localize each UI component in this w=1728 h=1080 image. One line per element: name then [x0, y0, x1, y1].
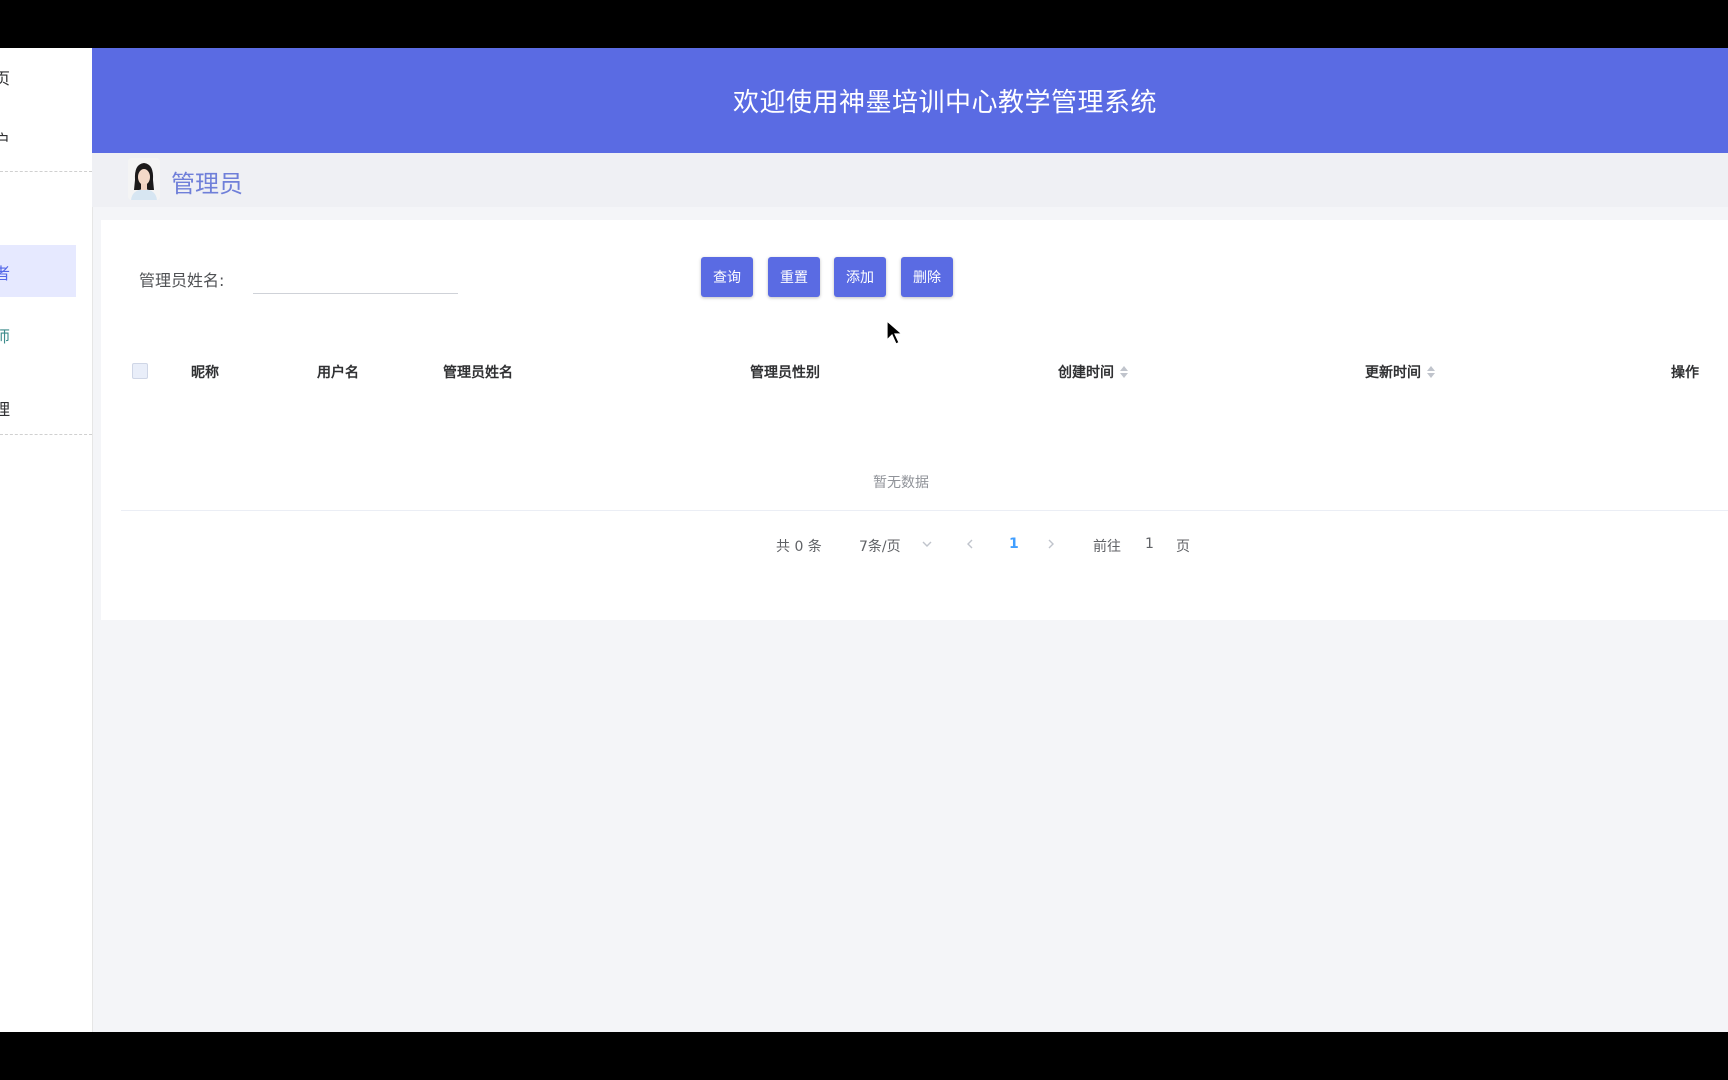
- column-header-admin-gender: 管理员性别: [750, 365, 820, 381]
- query-button[interactable]: 查询: [701, 257, 753, 297]
- pagination-current-page[interactable]: 1: [1009, 536, 1019, 552]
- column-header-created-time[interactable]: 创建时间: [1058, 362, 1129, 382]
- chevron-left-icon[interactable]: [965, 538, 975, 550]
- sort-caret-icon[interactable]: [1426, 365, 1436, 379]
- top-header: 欢迎使用神墨培训中心教学管理系统: [92, 48, 1728, 153]
- column-header-username: 用户名: [317, 365, 359, 381]
- column-header-updated-time[interactable]: 更新时间: [1365, 362, 1436, 382]
- reset-button[interactable]: 重置: [768, 257, 820, 297]
- sidebar-item-admin[interactable]: 者: [0, 245, 76, 297]
- avatar-portrait-icon: [128, 158, 160, 200]
- column-header-actions: 操作: [1671, 365, 1699, 381]
- sidebar-item-account[interactable]: 户: [0, 112, 76, 164]
- mouse-cursor-icon: [886, 320, 904, 345]
- sidebar-item-manage[interactable]: 理: [0, 381, 76, 433]
- sidebar-item-home[interactable]: 页: [0, 50, 76, 102]
- main-card: 管理员姓名: 查询 重置 添加 删除 昵称 用户名 管理员姓名 管理员性别 创建…: [101, 220, 1728, 620]
- page-title: 管理员: [171, 170, 243, 198]
- chevron-right-icon[interactable]: [1046, 538, 1056, 550]
- table-empty-text: 暂无数据: [873, 475, 929, 491]
- search-label: 管理员姓名:: [139, 271, 225, 290]
- pagination-goto-label: 前往: [1093, 539, 1121, 555]
- sidebar-item-label: 理: [0, 400, 11, 419]
- header-title: 欢迎使用神墨培训中心教学管理系统: [732, 88, 1157, 118]
- column-header-nickname: 昵称: [191, 365, 219, 381]
- admin-name-search-input[interactable]: [253, 264, 458, 294]
- sidebar-divider: [0, 171, 92, 172]
- page-size-select[interactable]: 7条/页: [859, 536, 901, 556]
- pagination-total: 共 0 条: [776, 539, 822, 555]
- sidebar-item-teacher[interactable]: 师: [0, 308, 76, 360]
- add-button[interactable]: 添加: [834, 257, 886, 297]
- sidebar-item-label: 者: [0, 264, 11, 283]
- sidebar-item-label: 页: [0, 69, 11, 88]
- pagination-page-suffix: 页: [1176, 539, 1190, 555]
- column-header-admin-name: 管理员姓名: [443, 365, 513, 381]
- page-header-bar: 管理员: [92, 153, 1728, 207]
- table-bottom-border: [121, 510, 1728, 511]
- column-header-label: 更新时间: [1365, 365, 1421, 381]
- chevron-down-icon[interactable]: [922, 538, 932, 550]
- pagination-goto-input[interactable]: 1: [1145, 536, 1154, 552]
- sidebar-divider: [0, 434, 92, 435]
- avatar[interactable]: [128, 158, 160, 200]
- app-window: 页 户 者 师 理 欢迎使用神墨培训中心教学管理系统 管理员 管理员姓名: 查询…: [0, 48, 1728, 1032]
- column-header-label: 创建时间: [1058, 365, 1114, 381]
- sidebar-item-label: 师: [0, 327, 11, 346]
- delete-button[interactable]: 删除: [901, 257, 953, 297]
- sidebar: 页 户 者 师 理: [0, 48, 93, 1032]
- sort-caret-icon[interactable]: [1119, 365, 1129, 379]
- select-all-checkbox[interactable]: [132, 363, 148, 379]
- sidebar-item-label: 户: [0, 131, 11, 150]
